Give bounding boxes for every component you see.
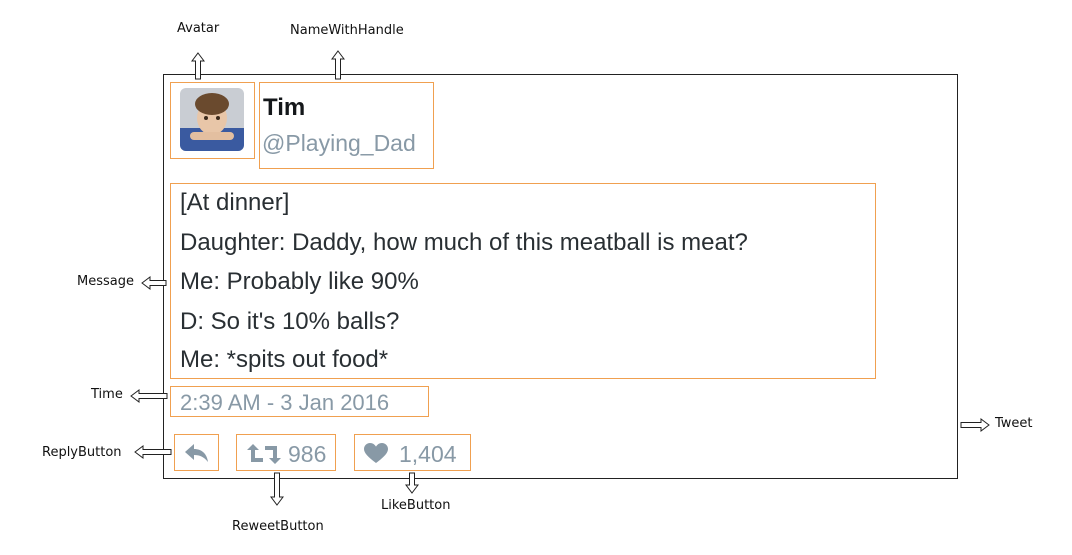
like-button[interactable]: 1,404	[354, 434, 471, 471]
user-handle[interactable]: @Playing_Dad	[262, 130, 416, 157]
left-arrow-icon	[134, 445, 172, 459]
message-line: Daughter: Daddy, how much of this meatba…	[180, 229, 748, 256]
message-line: Me: *spits out food*	[180, 346, 389, 373]
left-arrow-icon	[141, 276, 167, 290]
message-line: [At dinner]	[180, 189, 290, 216]
left-arrow-icon	[130, 389, 168, 403]
retweet-button[interactable]: 986	[236, 434, 336, 471]
tweet-time[interactable]: 2:39 AM - 3 Jan 2016	[180, 390, 389, 416]
user-name[interactable]: Tim	[263, 94, 305, 122]
down-arrow-icon	[405, 472, 419, 494]
like-count: 1,404	[399, 441, 457, 467]
callout-like-button: LikeButton	[381, 498, 451, 513]
up-arrow-icon	[331, 50, 345, 80]
heart-icon	[364, 443, 388, 463]
down-arrow-icon	[270, 472, 284, 506]
callout-time: Time	[91, 387, 123, 402]
callout-avatar: Avatar	[177, 21, 220, 36]
up-arrow-icon	[191, 52, 205, 80]
right-arrow-icon	[960, 418, 990, 432]
callout-name-with-handle: NameWithHandle	[290, 23, 404, 38]
avatar-photo-icon	[180, 88, 244, 151]
reply-icon	[185, 444, 208, 462]
reply-button[interactable]	[174, 434, 219, 471]
retweet-count: 986	[288, 441, 327, 467]
callout-message: Message	[77, 274, 134, 289]
message-line: Me: Probably like 90%	[180, 268, 419, 295]
avatar[interactable]	[180, 88, 244, 151]
retweet-icon	[247, 444, 281, 464]
message-line: D: So it's 10% balls?	[180, 308, 400, 335]
callout-tweet: Tweet	[995, 416, 1033, 431]
callout-reweet-button: ReweetButton	[232, 519, 324, 534]
callout-reply-button: ReplyButton	[42, 445, 122, 460]
